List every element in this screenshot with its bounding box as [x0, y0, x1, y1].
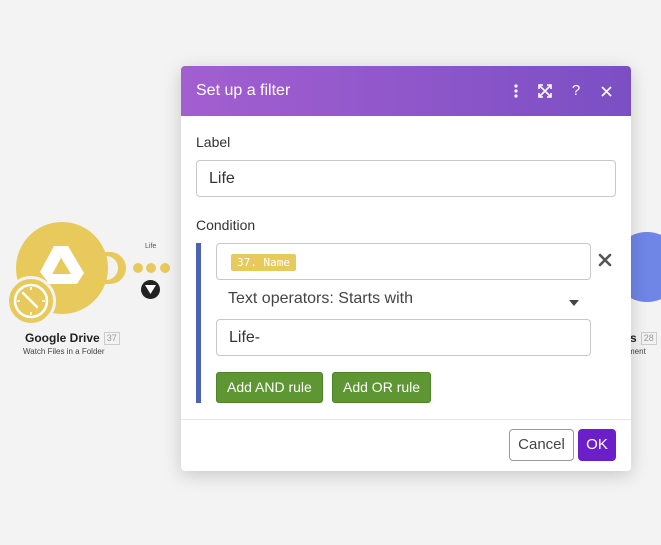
target-module-title: s 28 [630, 331, 657, 345]
route-dot[interactable] [133, 263, 143, 273]
cancel-button[interactable]: Cancel [509, 429, 574, 461]
condition-group-bar [196, 243, 201, 403]
ok-button[interactable]: OK [578, 429, 616, 461]
google-drive-module-name: Google Drive [25, 331, 100, 345]
target-module-id: 28 [640, 332, 657, 345]
label-section-title: Label [196, 134, 231, 150]
dialog-footer-divider [181, 419, 631, 420]
google-drive-module-subtitle: Watch Files in a Folder [23, 347, 105, 356]
target-module-name: s [630, 331, 637, 345]
expand-icon [538, 84, 552, 98]
add-and-rule-button[interactable]: Add AND rule [216, 372, 323, 403]
clock-icon [13, 283, 49, 319]
condition-value-input[interactable]: Life- [216, 319, 591, 356]
operator-select[interactable]: Text operators: Starts with [228, 290, 413, 308]
expand-button[interactable] [535, 81, 555, 101]
help-button[interactable]: ? [566, 81, 586, 101]
help-icon: ? [571, 82, 581, 99]
route-label: Life [145, 243, 157, 250]
more-vertical-icon [514, 84, 518, 98]
chevron-down-icon [569, 300, 579, 306]
funnel-icon [145, 285, 156, 294]
google-drive-module-title: Google Drive 37 [25, 331, 120, 345]
close-icon [598, 253, 612, 267]
label-input[interactable]: Life [196, 160, 616, 197]
dialog-title: Set up a filter [196, 82, 291, 99]
operator-dropdown-toggle[interactable] [568, 294, 580, 306]
dialog-header: Set up a filter ? [181, 66, 631, 116]
route-dot[interactable] [146, 263, 156, 273]
route-dot[interactable] [160, 263, 170, 273]
schedule-badge[interactable] [6, 276, 56, 326]
close-button[interactable] [596, 81, 616, 101]
condition-field-input[interactable]: 37. Name [216, 243, 591, 280]
more-options-button[interactable] [506, 81, 526, 101]
google-drive-module-id: 37 [103, 332, 120, 345]
add-or-rule-button[interactable]: Add OR rule [332, 372, 432, 403]
route-filter-button[interactable] [141, 280, 160, 299]
remove-condition-button[interactable] [598, 253, 614, 269]
close-icon [600, 85, 612, 97]
field-pill[interactable]: 37. Name [231, 254, 296, 271]
condition-section-title: Condition [196, 217, 256, 233]
filter-dialog: Set up a filter ? Label Life Condition 3… [181, 66, 631, 471]
